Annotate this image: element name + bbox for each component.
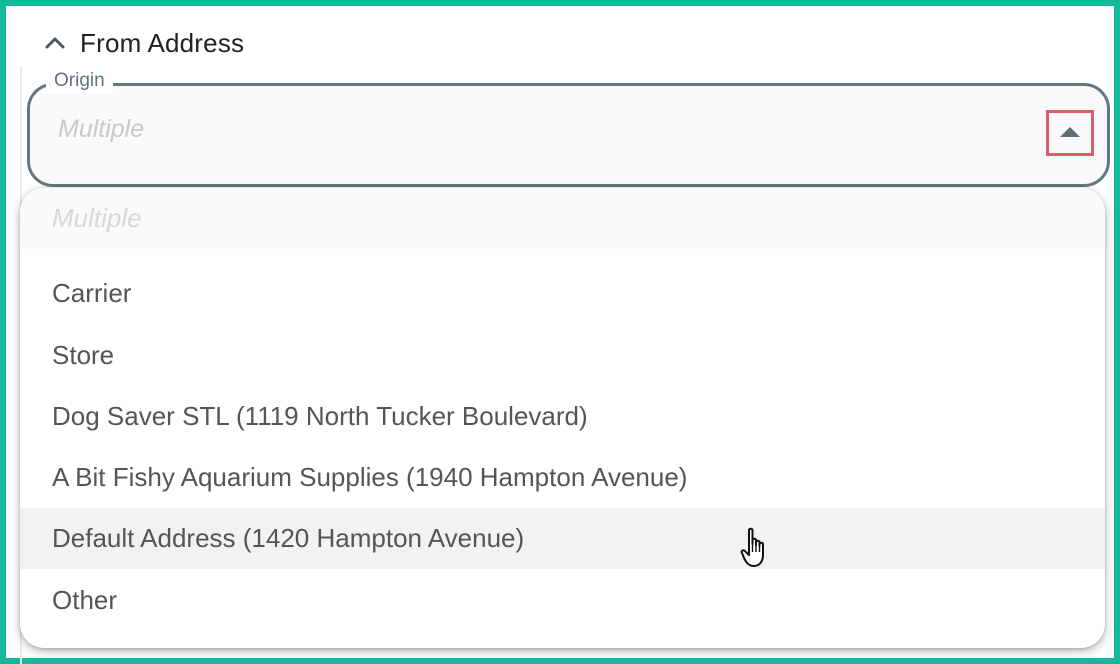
origin-dropdown-menu: Multiple Carrier Store Dog Saver STL (11… <box>20 188 1105 648</box>
section-title: From Address <box>80 27 245 58</box>
dropdown-option-default-address[interactable]: Default Address (1420 Hampton Avenue) <box>20 508 1105 569</box>
dropdown-option-store[interactable]: Store <box>20 325 1105 386</box>
chevron-up-icon[interactable] <box>42 30 68 56</box>
dropdown-option-carrier[interactable]: Carrier <box>20 263 1105 324</box>
caret-up-icon <box>1060 127 1080 137</box>
dropdown-option-other[interactable]: Other <box>20 570 1105 631</box>
dropdown-option-dog-saver-stl[interactable]: Dog Saver STL (1119 North Tucker Bouleva… <box>20 386 1105 447</box>
origin-field-label: Origin <box>46 68 113 94</box>
dropdown-option-a-bit-fishy[interactable]: A Bit Fishy Aquarium Supplies (1940 Hamp… <box>20 447 1105 508</box>
hand-cursor-icon <box>740 527 764 567</box>
origin-select[interactable]: Multiple <box>27 83 1110 187</box>
dropdown-option-placeholder: Multiple <box>20 188 1105 249</box>
dropdown-toggle-button[interactable] <box>1046 110 1094 156</box>
from-address-section-header[interactable]: From Address <box>42 26 244 60</box>
origin-select-value: Multiple <box>58 115 145 143</box>
